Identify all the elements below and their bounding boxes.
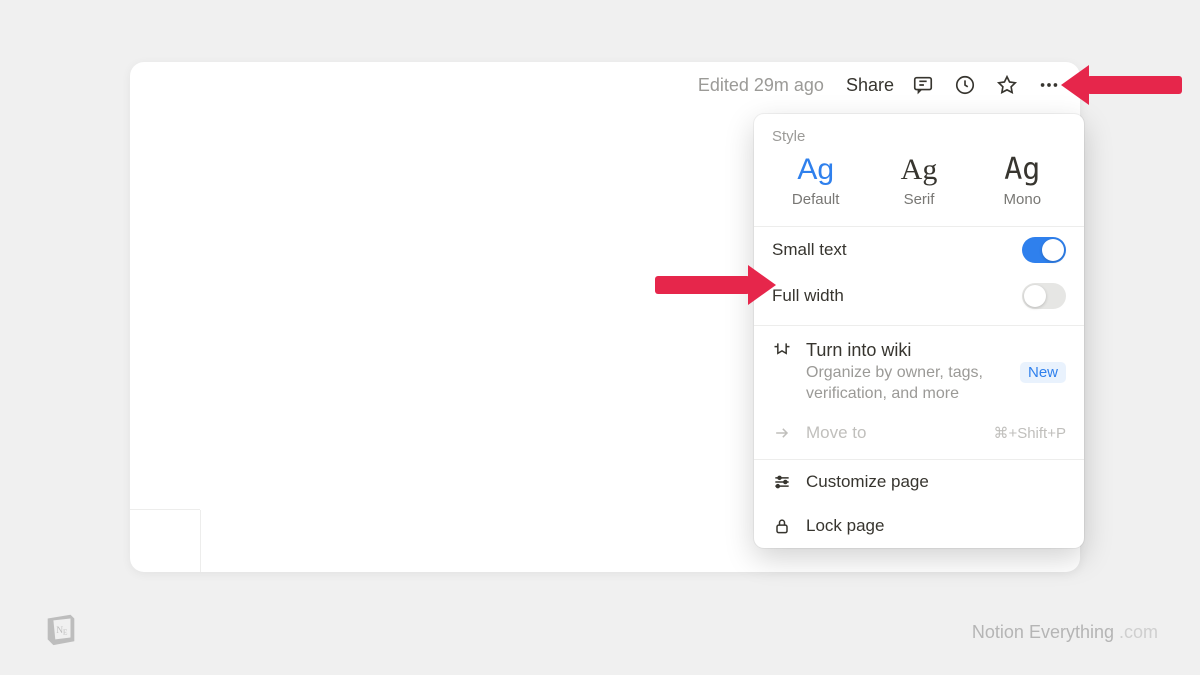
- move-to-row: Move to ⌘+Shift+P: [754, 415, 1084, 459]
- new-badge: New: [1020, 362, 1066, 383]
- callout-arrow-more: [1087, 76, 1182, 94]
- style-label: Style: [754, 114, 1084, 149]
- move-to-shortcut: ⌘+Shift+P: [993, 424, 1066, 442]
- app-window: Edited 29m ago Share Style Ag Default Ag: [130, 62, 1080, 572]
- favorite-icon[interactable]: [994, 72, 1020, 98]
- svg-text:E: E: [63, 628, 68, 637]
- lock-label: Lock page: [806, 516, 884, 536]
- lock-icon: [772, 516, 792, 536]
- wiki-text: Turn into wiki Organize by owner, tags, …: [806, 340, 1006, 405]
- comments-icon[interactable]: [910, 72, 936, 98]
- wiki-subtitle: Organize by owner, tags, verification, a…: [806, 363, 1006, 405]
- page-options-menu: Style Ag Default Ag Serif Ag Mono Small …: [754, 114, 1084, 548]
- style-name: Default: [764, 191, 867, 208]
- page-actions-section: Customize page Lock page: [754, 460, 1084, 548]
- edited-time: Edited 29m ago: [698, 75, 824, 96]
- updates-icon[interactable]: [952, 72, 978, 98]
- footer-brand-domain: .com: [1114, 622, 1158, 642]
- full-width-label: Full width: [772, 286, 844, 306]
- sliders-icon: [772, 472, 792, 492]
- style-options: Ag Default Ag Serif Ag Mono: [754, 149, 1084, 226]
- share-button[interactable]: Share: [846, 75, 894, 96]
- full-width-row[interactable]: Full width: [754, 273, 1084, 325]
- style-section: Style Ag Default Ag Serif Ag Mono: [754, 114, 1084, 227]
- lock-page-row[interactable]: Lock page: [754, 504, 1084, 548]
- style-option-serif[interactable]: Ag Serif: [867, 155, 970, 208]
- footer-logo-icon: NE: [42, 609, 80, 647]
- page-divider-h: [130, 509, 200, 510]
- customize-label: Customize page: [806, 472, 929, 492]
- style-name: Mono: [971, 191, 1074, 208]
- style-sample: Ag: [764, 155, 867, 185]
- footer-brand-name: Notion Everything: [972, 622, 1114, 642]
- full-width-toggle[interactable]: [1022, 283, 1066, 309]
- style-sample: Ag: [867, 155, 970, 185]
- small-text-label: Small text: [772, 240, 847, 260]
- style-name: Serif: [867, 191, 970, 208]
- page-divider-v: [200, 510, 201, 572]
- wiki-icon: [772, 340, 792, 360]
- move-to-label: Move to: [806, 423, 866, 443]
- turn-into-wiki-row[interactable]: Turn into wiki Organize by owner, tags, …: [754, 326, 1084, 415]
- style-option-default[interactable]: Ag Default: [764, 155, 867, 208]
- arrow-right-icon: [772, 423, 792, 443]
- style-sample: Ag: [971, 155, 1074, 185]
- callout-arrow-smalltext: [655, 276, 750, 294]
- small-text-row[interactable]: Small text: [754, 227, 1084, 273]
- topbar: Edited 29m ago Share: [130, 62, 1080, 108]
- style-option-mono[interactable]: Ag Mono: [971, 155, 1074, 208]
- more-icon[interactable]: [1036, 72, 1062, 98]
- toggles-section: Small text Full width: [754, 227, 1084, 326]
- wiki-title: Turn into wiki: [806, 340, 1006, 361]
- footer-brand: Notion Everything .com: [972, 622, 1158, 643]
- wiki-section: Turn into wiki Organize by owner, tags, …: [754, 326, 1084, 460]
- small-text-toggle[interactable]: [1022, 237, 1066, 263]
- customize-page-row[interactable]: Customize page: [754, 460, 1084, 504]
